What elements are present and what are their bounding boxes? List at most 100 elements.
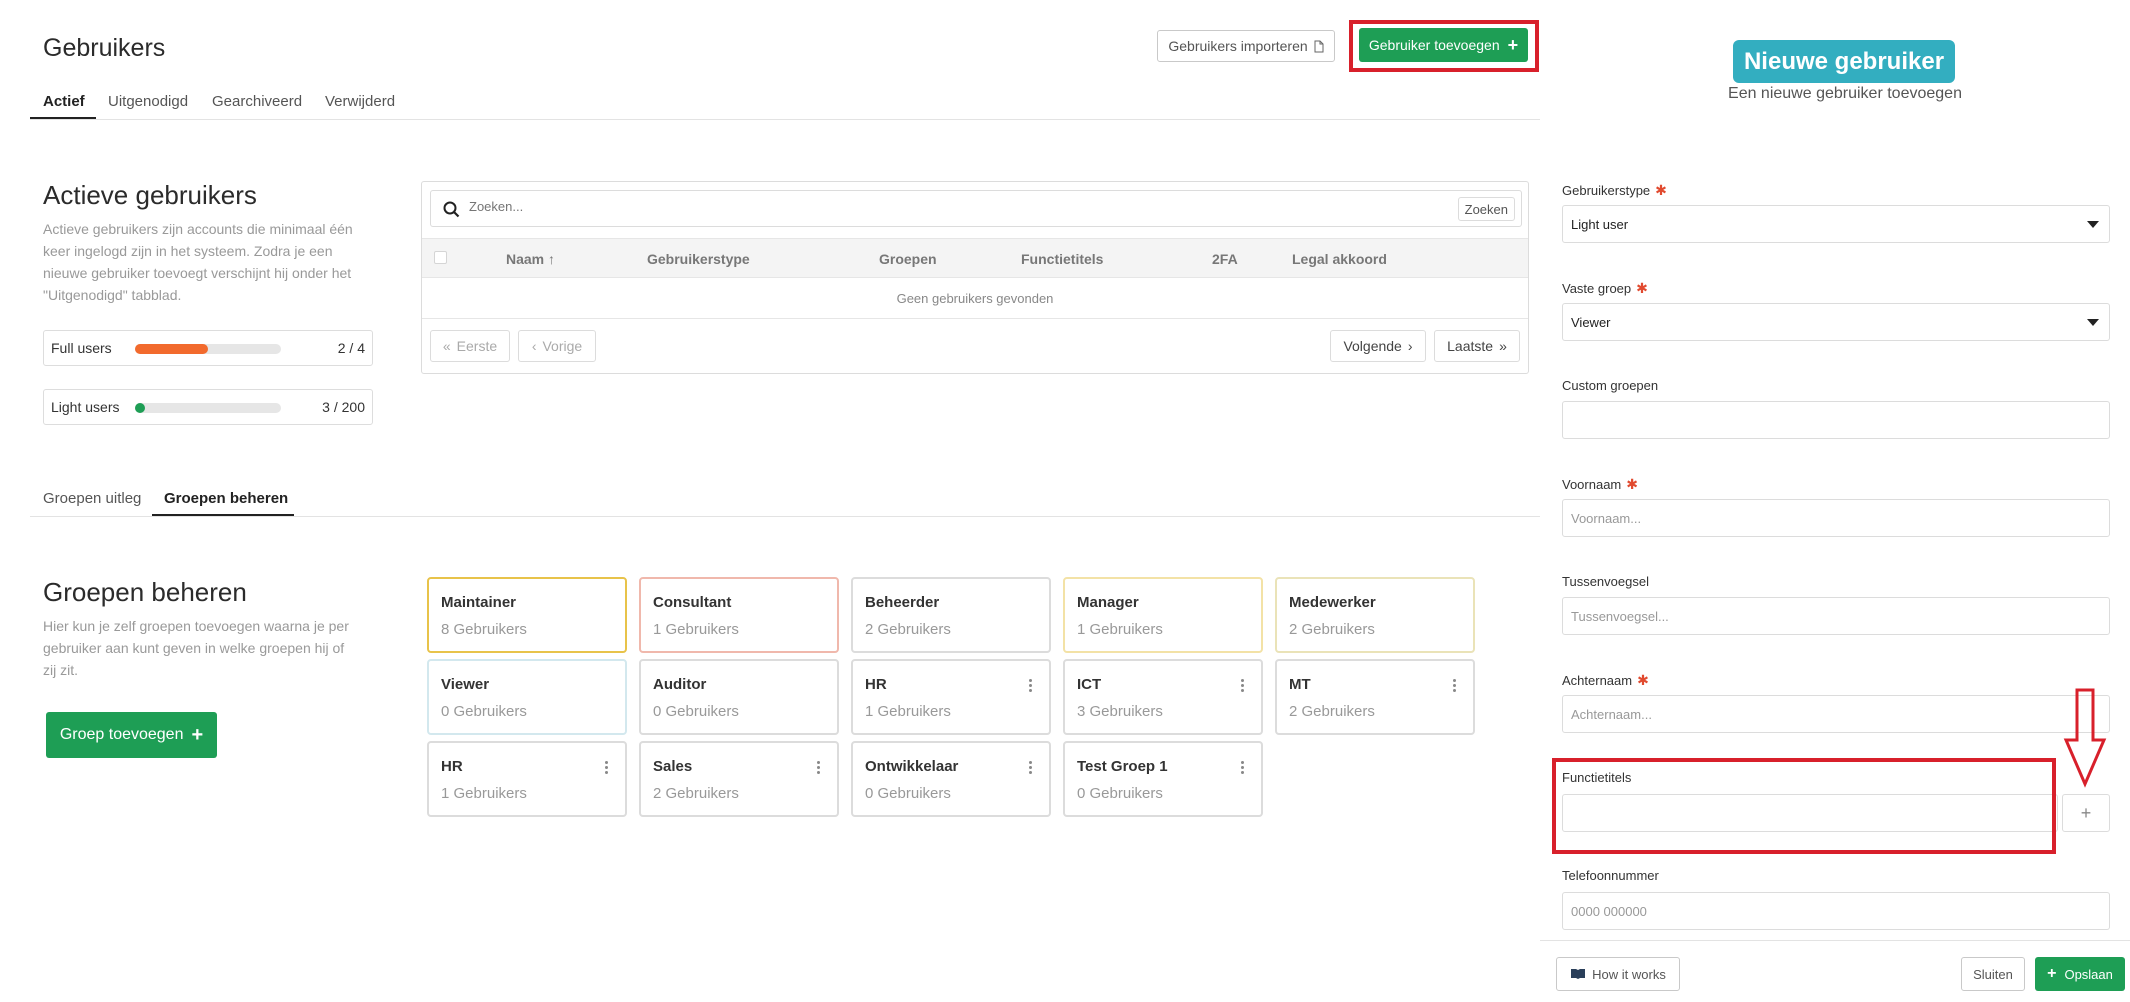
column-groepen[interactable]: Groepen bbox=[879, 251, 937, 267]
tussenvoegsel-label: Tussenvoegsel bbox=[1562, 574, 1649, 589]
group-card[interactable]: HR 1 Gebruikers bbox=[427, 741, 627, 817]
kebab-menu-icon[interactable] bbox=[1029, 679, 1033, 693]
add-user-label: Gebruiker toevoegen bbox=[1368, 37, 1500, 53]
search-button[interactable]: Zoeken bbox=[1457, 197, 1515, 221]
group-card[interactable]: Beheerder 2 Gebruikers bbox=[851, 577, 1051, 653]
tab-verwijderd[interactable]: Verwijderd bbox=[325, 93, 395, 110]
group-user-count: 3 Gebruikers bbox=[1077, 703, 1163, 720]
kebab-menu-icon[interactable] bbox=[1241, 761, 1245, 775]
group-user-count: 1 Gebruikers bbox=[653, 621, 739, 638]
search-input[interactable] bbox=[469, 199, 1429, 214]
chevron-right-icon: › bbox=[1407, 338, 1413, 354]
full-users-bar bbox=[135, 344, 281, 354]
add-group-button[interactable]: Groep toevoegen + bbox=[46, 712, 217, 758]
required-asterisk: ✱ bbox=[1637, 672, 1649, 688]
double-chevron-left-icon: « bbox=[442, 338, 451, 354]
column-legal-akkoord[interactable]: Legal akkoord bbox=[1292, 251, 1387, 267]
column-functietitels[interactable]: Functietitels bbox=[1021, 251, 1103, 267]
caret-down-icon bbox=[2087, 221, 2099, 228]
full-users-count: 2 / 4 bbox=[337, 340, 365, 356]
groups-description: Hier kun je zelf groepen toevoegen waarn… bbox=[43, 618, 349, 678]
add-group-label: Groep toevoegen bbox=[59, 726, 184, 743]
tab-gearchiveerd[interactable]: Gearchiveerd bbox=[212, 93, 302, 110]
column-2fa[interactable]: 2FA bbox=[1212, 251, 1238, 267]
group-card[interactable]: Ontwikkelaar 0 Gebruikers bbox=[851, 741, 1051, 817]
tab-actief[interactable]: Actief bbox=[43, 93, 85, 110]
select-all-checkbox[interactable] bbox=[434, 251, 447, 264]
double-chevron-right-icon: » bbox=[1499, 338, 1507, 354]
group-name: Auditor bbox=[653, 676, 707, 693]
group-card[interactable]: ICT 3 Gebruikers bbox=[1063, 659, 1263, 735]
group-user-count: 2 Gebruikers bbox=[1289, 621, 1375, 638]
column-gebruikerstype[interactable]: Gebruikerstype bbox=[647, 251, 750, 267]
group-card[interactable]: Auditor 0 Gebruikers bbox=[639, 659, 839, 735]
group-user-count: 0 Gebruikers bbox=[865, 785, 951, 802]
annotation-highlight-functietitels bbox=[1552, 758, 2056, 854]
group-tabs-divider bbox=[30, 516, 1540, 517]
custom-groepen-input[interactable] bbox=[1562, 401, 2110, 439]
light-users-label: Light users bbox=[51, 399, 120, 415]
how-it-works-button[interactable]: How it works bbox=[1556, 957, 1680, 991]
light-users-bar bbox=[135, 403, 281, 413]
group-card[interactable]: Medewerker 2 Gebruikers bbox=[1275, 577, 1475, 653]
first-page-button[interactable]: «Eerste bbox=[430, 330, 510, 362]
group-card[interactable]: Viewer 0 Gebruikers bbox=[427, 659, 627, 735]
tussenvoegsel-input[interactable]: Tussenvoegsel... bbox=[1562, 597, 2110, 635]
group-name: Test Groep 1 bbox=[1077, 758, 1168, 775]
panel-subtitle: Een nieuwe gebruiker toevoegen bbox=[1728, 85, 1962, 102]
tab-groepen-beheren[interactable]: Groepen beheren bbox=[164, 490, 288, 507]
users-table-card: Zoeken Naam ↑ Gebruikerstype Groepen Fun… bbox=[421, 181, 1529, 374]
close-button[interactable]: Sluiten bbox=[1961, 957, 2025, 991]
achternaam-label: Achternaam ✱ bbox=[1562, 672, 1649, 688]
save-button[interactable]: + Opslaan bbox=[2035, 957, 2125, 991]
group-name: Beheerder bbox=[865, 594, 940, 611]
next-page-button[interactable]: Volgende › bbox=[1330, 330, 1426, 362]
import-users-button[interactable]: Gebruikers importeren bbox=[1157, 30, 1335, 62]
group-card[interactable]: Manager 1 Gebruikers bbox=[1063, 577, 1263, 653]
add-user-button[interactable]: Gebruiker toevoegen + bbox=[1359, 28, 1528, 62]
full-users-label: Full users bbox=[51, 340, 112, 356]
achternaam-input[interactable]: Achternaam... bbox=[1562, 695, 2110, 733]
group-card[interactable]: HR 1 Gebruikers bbox=[851, 659, 1051, 735]
group-user-count: 8 Gebruikers bbox=[441, 621, 527, 638]
group-card[interactable]: Sales 2 Gebruikers bbox=[639, 741, 839, 817]
column-naam[interactable]: Naam ↑ bbox=[506, 251, 555, 267]
group-card[interactable]: Maintainer 8 Gebruikers bbox=[427, 577, 627, 653]
custom-groepen-label: Custom groepen bbox=[1562, 378, 1659, 393]
required-asterisk: ✱ bbox=[1636, 280, 1648, 296]
book-icon bbox=[1571, 969, 1586, 979]
search-box: Zoeken bbox=[430, 190, 1522, 227]
telefoonnummer-input[interactable]: 0000 000000 bbox=[1562, 892, 2110, 930]
tab-uitgenodigd[interactable]: Uitgenodigd bbox=[108, 93, 188, 110]
kebab-menu-icon[interactable] bbox=[605, 761, 609, 775]
group-name: HR bbox=[865, 676, 887, 693]
chevron-left-icon: ‹ bbox=[531, 338, 537, 354]
kebab-menu-icon[interactable] bbox=[1029, 761, 1033, 775]
import-users-label: Gebruikers importeren bbox=[1168, 38, 1308, 54]
group-user-count: 0 Gebruikers bbox=[441, 703, 527, 720]
previous-page-button[interactable]: ‹ Vorige bbox=[518, 330, 596, 362]
caret-down-icon bbox=[2087, 319, 2099, 326]
voornaam-label: Voornaam ✱ bbox=[1562, 476, 1638, 492]
light-users-count: 3 / 200 bbox=[322, 399, 365, 415]
vaste-groep-label: Vaste groep ✱ bbox=[1562, 280, 1648, 296]
light-users-bar-fill bbox=[135, 403, 145, 413]
group-card[interactable]: MT 2 Gebruikers bbox=[1275, 659, 1475, 735]
kebab-menu-icon[interactable] bbox=[817, 761, 821, 775]
kebab-menu-icon[interactable] bbox=[1241, 679, 1245, 693]
add-functietitel-button[interactable]: + bbox=[2062, 794, 2110, 832]
group-user-count: 0 Gebruikers bbox=[1077, 785, 1163, 802]
tabs-divider bbox=[30, 119, 1540, 120]
voornaam-input[interactable]: Voornaam... bbox=[1562, 499, 2110, 537]
vaste-groep-select[interactable]: Viewer bbox=[1562, 303, 2110, 341]
group-card[interactable]: Test Groep 1 0 Gebruikers bbox=[1063, 741, 1263, 817]
plus-icon: + bbox=[191, 723, 204, 746]
tab-groepen-uitleg[interactable]: Groepen uitleg bbox=[43, 490, 141, 507]
panel-title: Nieuwe gebruiker bbox=[1733, 40, 1955, 83]
kebab-menu-icon[interactable] bbox=[1453, 679, 1457, 693]
group-card[interactable]: Consultant 1 Gebruikers bbox=[639, 577, 839, 653]
last-page-button[interactable]: Laatste» bbox=[1434, 330, 1520, 362]
group-name: HR bbox=[441, 758, 463, 775]
telefoonnummer-label: Telefoonnummer bbox=[1562, 868, 1659, 883]
gebruikerstype-select[interactable]: Light user bbox=[1562, 205, 2110, 243]
